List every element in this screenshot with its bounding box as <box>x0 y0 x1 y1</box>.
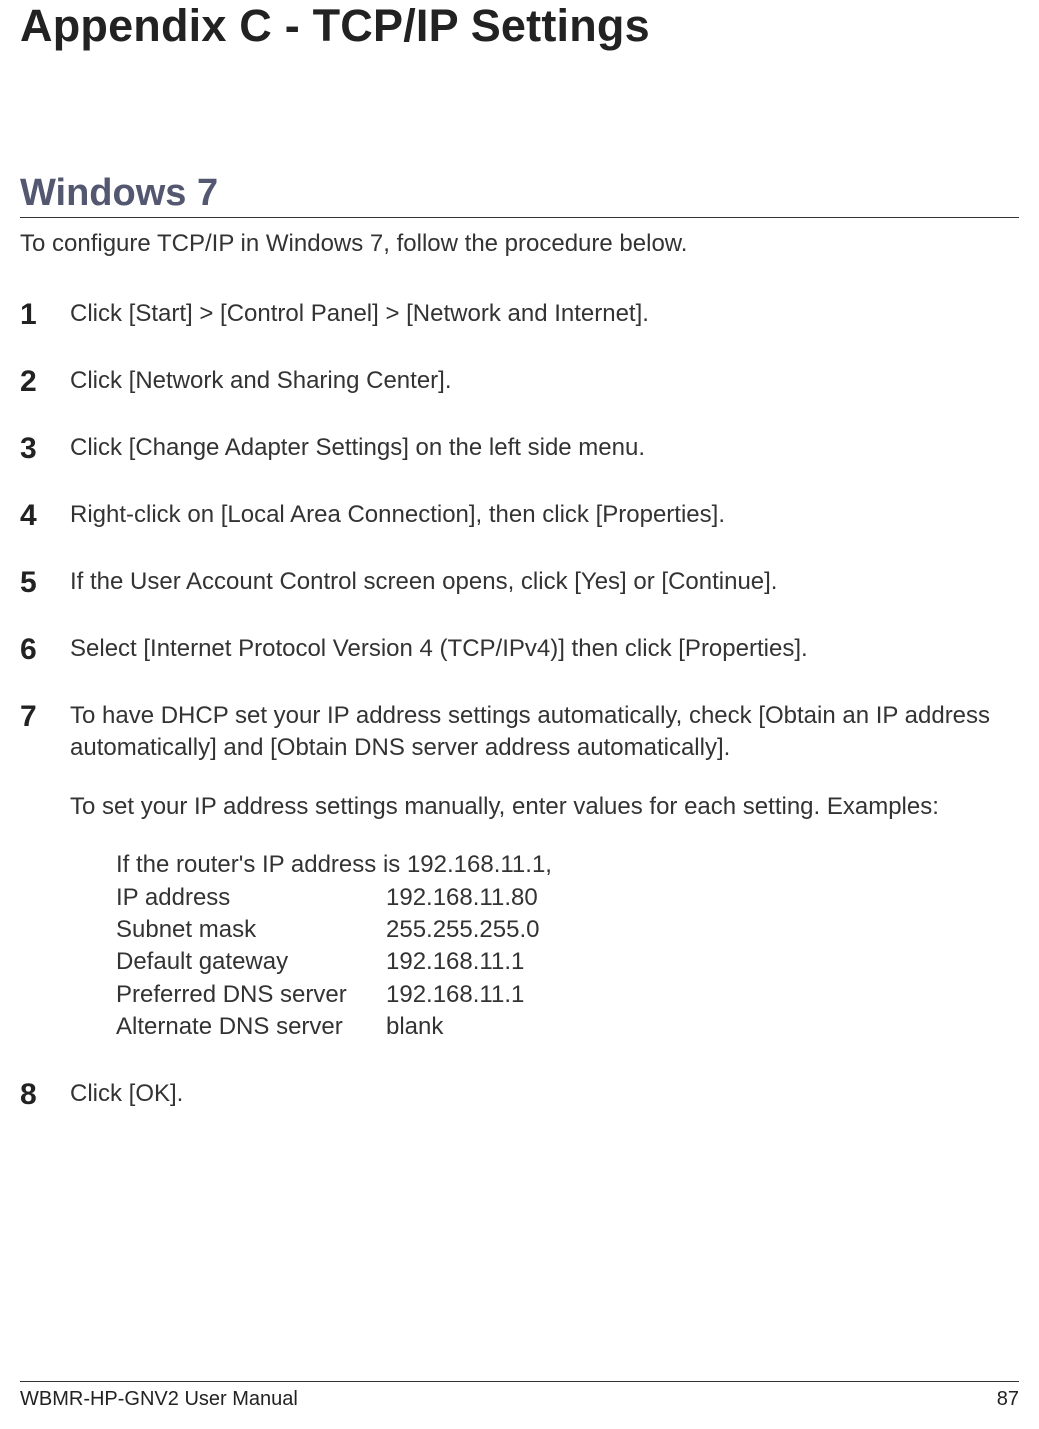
step-text: Click [Start] > [Control Panel] > [Netwo… <box>70 298 1019 330</box>
footer-page-number: 87 <box>997 1388 1019 1411</box>
step-3: 3 Click [Change Adapter Settings] on the… <box>20 432 1019 465</box>
appendix-title: Appendix C - TCP/IP Settings <box>20 0 1019 52</box>
step-number: 7 <box>20 700 70 733</box>
example-block: If the router's IP address is 192.168.11… <box>116 849 1019 1043</box>
step-text: Click [OK]. <box>70 1078 1019 1110</box>
step-number: 4 <box>20 499 70 532</box>
example-row-alternate-dns: Alternate DNS server blank <box>116 1011 1019 1043</box>
step-7-p2: To set your IP address settings manually… <box>70 791 1019 823</box>
step-5: 5 If the User Account Control screen ope… <box>20 566 1019 599</box>
step-number: 3 <box>20 432 70 465</box>
page-footer: WBMR-HP-GNV2 User Manual 87 <box>20 1381 1019 1411</box>
example-row-subnet: Subnet mask 255.255.255.0 <box>116 914 1019 946</box>
example-row-ip: IP address 192.168.11.80 <box>116 882 1019 914</box>
step-text: Right-click on [Local Area Connection], … <box>70 499 1019 531</box>
step-2: 2 Click [Network and Sharing Center]. <box>20 365 1019 398</box>
step-4: 4 Right-click on [Local Area Connection]… <box>20 499 1019 532</box>
example-value: blank <box>386 1011 443 1043</box>
step-1: 1 Click [Start] > [Control Panel] > [Net… <box>20 298 1019 331</box>
example-label: IP address <box>116 882 386 914</box>
step-text: If the User Account Control screen opens… <box>70 566 1019 598</box>
step-number: 8 <box>20 1078 70 1111</box>
step-number: 1 <box>20 298 70 331</box>
step-text: Click [Network and Sharing Center]. <box>70 365 1019 397</box>
example-value: 192.168.11.80 <box>386 882 538 914</box>
step-6: 6 Select [Internet Protocol Version 4 (T… <box>20 633 1019 666</box>
step-8: 8 Click [OK]. <box>20 1078 1019 1111</box>
step-number: 2 <box>20 365 70 398</box>
section-title: Windows 7 <box>20 172 1019 218</box>
example-label: Preferred DNS server <box>116 979 386 1011</box>
step-7: 7 To have DHCP set your IP address setti… <box>20 700 1019 1044</box>
example-value: 192.168.11.1 <box>386 979 524 1011</box>
example-row-gateway: Default gateway 192.168.11.1 <box>116 946 1019 978</box>
example-intro: If the router's IP address is 192.168.11… <box>116 849 1019 881</box>
step-number: 6 <box>20 633 70 666</box>
step-text: Select [Internet Protocol Version 4 (TCP… <box>70 633 1019 665</box>
example-label: Alternate DNS server <box>116 1011 386 1043</box>
example-value: 192.168.11.1 <box>386 946 524 978</box>
example-value: 255.255.255.0 <box>386 914 539 946</box>
step-7-p1: To have DHCP set your IP address setting… <box>70 700 1019 765</box>
example-row-preferred-dns: Preferred DNS server 192.168.11.1 <box>116 979 1019 1011</box>
example-label: Default gateway <box>116 946 386 978</box>
step-text: To have DHCP set your IP address setting… <box>70 700 1019 1044</box>
example-label: Subnet mask <box>116 914 386 946</box>
step-number: 5 <box>20 566 70 599</box>
intro-text: To configure TCP/IP in Windows 7, follow… <box>20 230 1019 258</box>
step-text: Click [Change Adapter Settings] on the l… <box>70 432 1019 464</box>
footer-manual-title: WBMR-HP-GNV2 User Manual <box>20 1388 298 1411</box>
